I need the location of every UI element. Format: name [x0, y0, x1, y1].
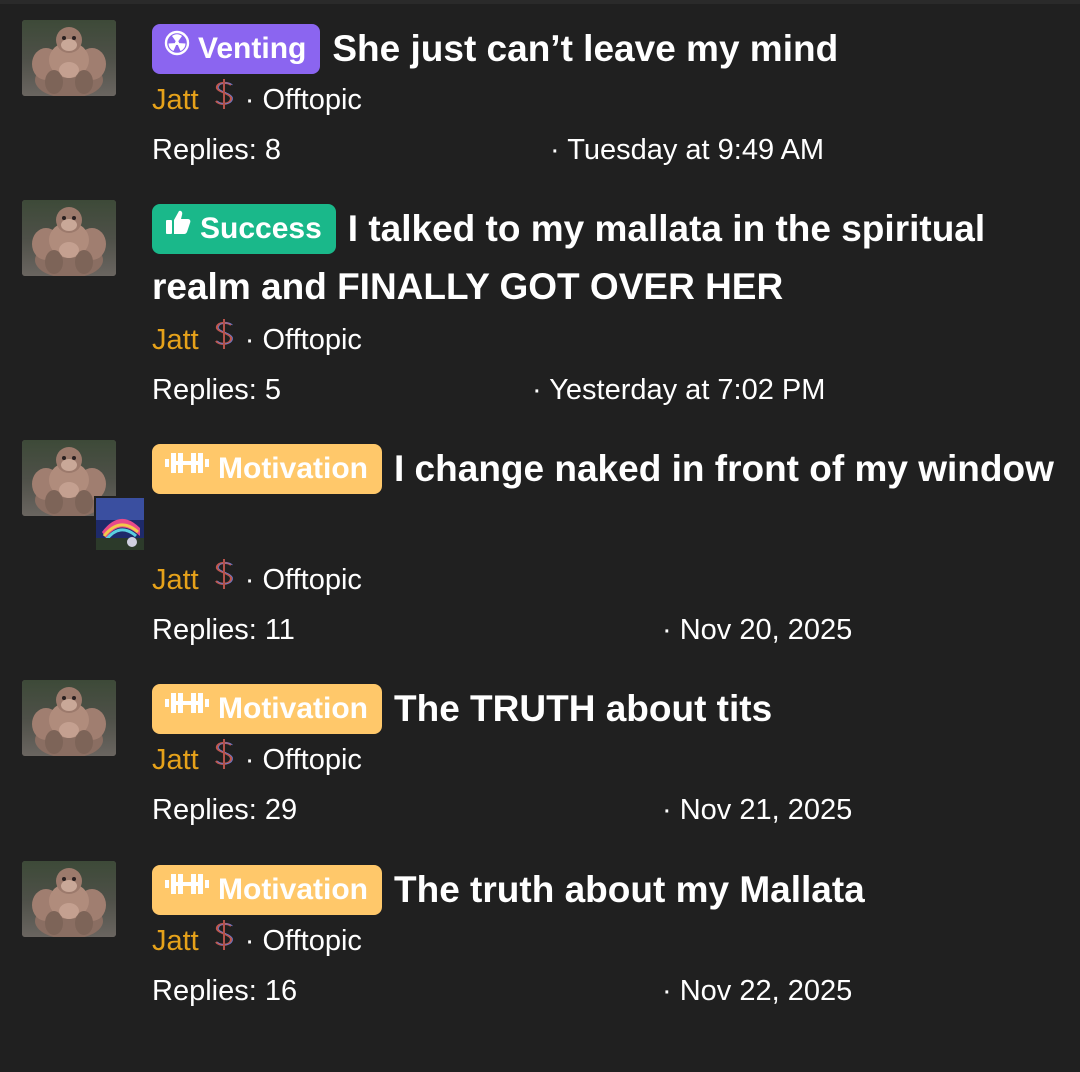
avatar[interactable]	[22, 861, 116, 937]
thread-title[interactable]: Success I talked to my mallata in the spi…	[152, 200, 1060, 316]
dumbbell-icon	[164, 442, 210, 492]
thread-meta: Jatt · Offtopic	[152, 319, 362, 357]
reply-count: Replies: 29	[152, 794, 298, 826]
author-link[interactable]: Jatt	[152, 925, 199, 957]
author-link[interactable]: Jatt	[152, 564, 199, 596]
reply-count: Replies: 5	[152, 374, 281, 406]
dollar-sign-icon	[211, 918, 237, 961]
separator: ·	[550, 134, 560, 166]
reply-count: Replies: 11	[152, 614, 295, 646]
thread-title[interactable]: Motivation The TRUTH about tits	[152, 680, 1060, 738]
separator: ·	[532, 374, 542, 406]
thread-meta: Jatt · Offtopic	[152, 79, 362, 117]
reply-count: Replies: 8	[152, 134, 281, 166]
prefix-badge-success[interactable]: Success	[152, 204, 336, 254]
reply-count: Replies: 16	[152, 975, 298, 1007]
badge-label: Motivation	[218, 452, 368, 485]
badge-label: Venting	[198, 32, 307, 65]
forum-link[interactable]: Offtopic	[262, 925, 361, 957]
forum-link[interactable]: Offtopic	[262, 744, 361, 776]
date-text[interactable]: Nov 21, 2025	[680, 794, 853, 826]
thread-title[interactable]: Venting She just can’t leave my mind	[152, 20, 1060, 78]
top-divider	[0, 0, 1080, 4]
thread-meta: Jatt · Offtopic	[152, 739, 362, 777]
avatar[interactable]	[22, 200, 116, 276]
thumbs-up-icon	[164, 202, 192, 252]
date-text[interactable]: Yesterday at 7:02 PM	[549, 374, 825, 406]
separator: ·	[244, 744, 255, 777]
prefix-badge-motivation[interactable]: Motivation	[152, 684, 382, 734]
thread-meta: Jatt · Offtopic	[152, 559, 362, 597]
dumbbell-icon	[164, 863, 210, 913]
radiation-icon	[164, 22, 190, 72]
date-text[interactable]: Nov 20, 2025	[680, 614, 853, 646]
dollar-sign-icon	[211, 317, 237, 360]
thread-meta: Jatt · Offtopic	[152, 920, 362, 958]
badge-label: Motivation	[218, 873, 368, 906]
separator: ·	[244, 84, 255, 117]
prefix-badge-venting[interactable]: Venting	[152, 22, 321, 74]
prefix-badge-motivation[interactable]: Motivation	[152, 865, 382, 915]
separator: ·	[662, 794, 672, 826]
thread-title-text[interactable]: The TRUTH about tits	[394, 688, 772, 729]
author-link[interactable]: Jatt	[152, 744, 199, 776]
thread-title-text[interactable]: She just can’t leave my mind	[332, 28, 838, 69]
dollar-sign-icon	[211, 557, 237, 600]
badge-label: Motivation	[218, 692, 368, 725]
dumbbell-icon	[164, 682, 210, 732]
forum-link[interactable]: Offtopic	[262, 84, 361, 116]
thread-title[interactable]: Motivation The truth about my Mallata	[152, 861, 1060, 919]
separator: ·	[244, 564, 255, 597]
separator: ·	[244, 925, 255, 958]
thread-date[interactable]: · Yesterday at 7:02 PM	[532, 372, 825, 408]
thread-title-text[interactable]: The truth about my Mallata	[394, 869, 865, 910]
date-text[interactable]: Nov 22, 2025	[680, 975, 853, 1007]
author-link[interactable]: Jatt	[152, 84, 199, 116]
forum-link[interactable]: Offtopic	[262, 324, 361, 356]
thread-date[interactable]: · Nov 21, 2025	[662, 792, 852, 828]
date-text[interactable]: Tuesday at 9:49 AM	[567, 134, 824, 166]
thread-date[interactable]: · Tuesday at 9:49 AM	[550, 132, 824, 168]
thread-date[interactable]: · Nov 22, 2025	[662, 973, 852, 1009]
separator: ·	[662, 614, 672, 646]
prefix-badge-motivation[interactable]: Motivation	[152, 444, 382, 494]
dollar-sign-icon	[211, 77, 237, 120]
badge-label: Success	[200, 212, 322, 245]
author-link[interactable]: Jatt	[152, 324, 199, 356]
avatar[interactable]	[22, 680, 116, 756]
thread-date[interactable]: · Nov 20, 2025	[662, 612, 852, 648]
thread-title-text[interactable]: I change naked in front of my window	[394, 448, 1054, 489]
secondary-avatar[interactable]	[94, 496, 146, 552]
separator: ·	[662, 975, 672, 1007]
thread-title[interactable]: Motivation I change naked in front of my …	[152, 440, 1060, 498]
avatar[interactable]	[22, 20, 116, 96]
dollar-sign-icon	[211, 737, 237, 780]
forum-link[interactable]: Offtopic	[262, 564, 361, 596]
separator: ·	[244, 324, 255, 357]
